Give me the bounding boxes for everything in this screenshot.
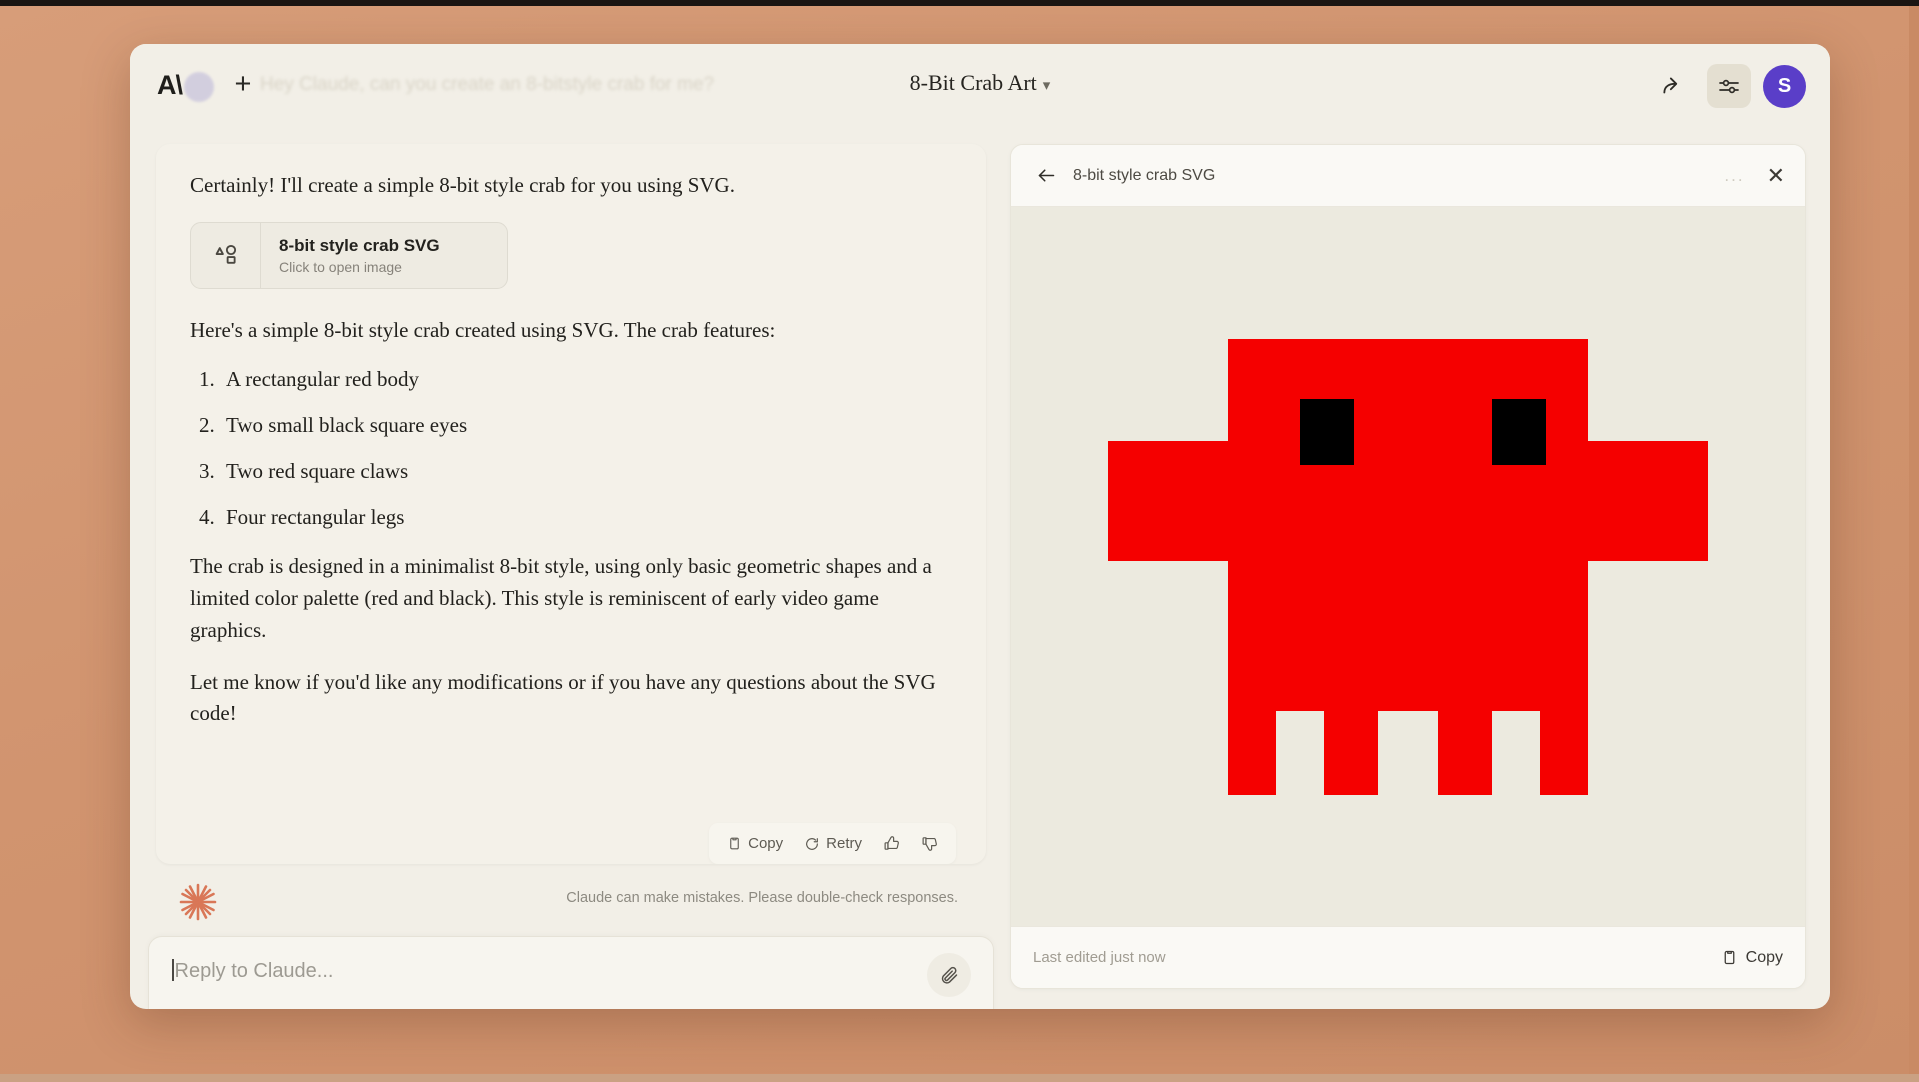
artifact-preview-meta: 8-bit style crab SVG Click to open image xyxy=(261,223,440,288)
list-item: A rectangular red body xyxy=(220,367,952,392)
disclaimer-text: Claude can make mistakes. Please double-… xyxy=(566,890,958,906)
message-paragraph-3: Let me know if you'd like any modificati… xyxy=(190,667,952,731)
claude-sunburst-icon xyxy=(178,882,218,922)
artifact-preview-subtitle: Click to open image xyxy=(279,259,440,275)
thumbs-down-button[interactable] xyxy=(913,830,946,857)
paperclip-icon[interactable] xyxy=(927,953,971,997)
last-edited-label: Last edited just now xyxy=(1033,949,1166,966)
artifact-copy-button[interactable]: Copy xyxy=(1721,949,1783,967)
retry-button[interactable]: Retry xyxy=(796,830,870,857)
chevron-down-icon: ▾ xyxy=(1043,77,1051,94)
assistant-message: Certainly! I'll create a simple 8-bit st… xyxy=(156,144,986,864)
desktop-right-edge xyxy=(1909,6,1919,1074)
features-intro: Here's a simple 8-bit style crab created… xyxy=(190,315,952,347)
leg-2 xyxy=(1324,711,1378,795)
artifact-panel-footer: Last edited just now Copy xyxy=(1011,926,1805,988)
crab-pixel-art xyxy=(1108,339,1708,795)
letterbox-bottom xyxy=(0,1074,1919,1082)
reply-input-placeholder: Reply to Claude... xyxy=(175,960,334,982)
list-item: Four rectangular legs xyxy=(220,505,952,530)
share-icon[interactable] xyxy=(1651,64,1695,108)
retry-button-label: Retry xyxy=(826,835,862,852)
message-action-bar: Copy Retry xyxy=(709,823,956,864)
shapes-icon xyxy=(191,223,261,288)
main-split: Certainly! I'll create a simple 8-bit st… xyxy=(130,128,1830,1009)
page-title-label: 8-Bit Crab Art xyxy=(910,70,1037,95)
sliders-icon[interactable] xyxy=(1707,64,1751,108)
composer: Reply to Claude... Claude 3.5 Sonnet▾ xyxy=(148,936,994,1009)
artifact-preview-card[interactable]: 8-bit style crab SVG Click to open image xyxy=(190,222,508,289)
artifact-panel-title: 8-bit style crab SVG xyxy=(1073,167,1215,185)
list-item: Two red square claws xyxy=(220,459,952,484)
artifact-panel-header-actions: ... ✕ xyxy=(1724,165,1785,187)
copy-button[interactable]: Copy xyxy=(719,830,791,857)
message-paragraph-2: The crab is designed in a minimalist 8-b… xyxy=(190,551,952,647)
top-bar: A\ + Hey Claude, can you create an 8-bit… xyxy=(130,44,1830,128)
artifact-column: 8-bit style crab SVG ... ✕ Last edited j… xyxy=(1010,128,1830,1009)
artifact-panel: 8-bit style crab SVG ... ✕ Last edited j… xyxy=(1010,144,1806,989)
features-list: A rectangular red body Two small black s… xyxy=(220,367,952,530)
close-icon[interactable]: ✕ xyxy=(1767,165,1785,187)
chat-column: Certainly! I'll create a simple 8-bit st… xyxy=(130,128,1010,1009)
leg-4 xyxy=(1540,711,1588,795)
body xyxy=(1228,339,1588,711)
leg-3 xyxy=(1438,711,1492,795)
top-actions: S xyxy=(1651,64,1806,108)
artifact-copy-label: Copy xyxy=(1746,949,1783,967)
thumbs-up-button[interactable] xyxy=(875,830,908,857)
message-intro: Certainly! I'll create a simple 8-bit st… xyxy=(190,170,952,202)
ellipsis-icon[interactable]: ... xyxy=(1724,166,1744,186)
arrow-left-icon[interactable] xyxy=(1031,161,1061,191)
left-eye xyxy=(1300,399,1354,465)
reply-input[interactable]: Reply to Claude... xyxy=(172,959,333,983)
avatar[interactable]: S xyxy=(1763,65,1806,108)
chat-footer: Claude can make mistakes. Please double-… xyxy=(156,876,986,932)
text-caret xyxy=(172,959,174,981)
right-claw xyxy=(1588,441,1708,561)
artifact-panel-header: 8-bit style crab SVG ... ✕ xyxy=(1011,145,1805,207)
list-item: Two small black square eyes xyxy=(220,413,952,438)
copy-button-label: Copy xyxy=(748,835,783,852)
artifact-preview-title: 8-bit style crab SVG xyxy=(279,236,440,256)
artifact-canvas xyxy=(1011,207,1805,926)
leg-1 xyxy=(1228,711,1276,795)
app-window: A\ + Hey Claude, can you create an 8-bit… xyxy=(130,44,1830,1009)
left-claw xyxy=(1108,441,1228,561)
page-title[interactable]: 8-Bit Crab Art ▾ xyxy=(130,70,1830,96)
right-eye xyxy=(1492,399,1546,465)
